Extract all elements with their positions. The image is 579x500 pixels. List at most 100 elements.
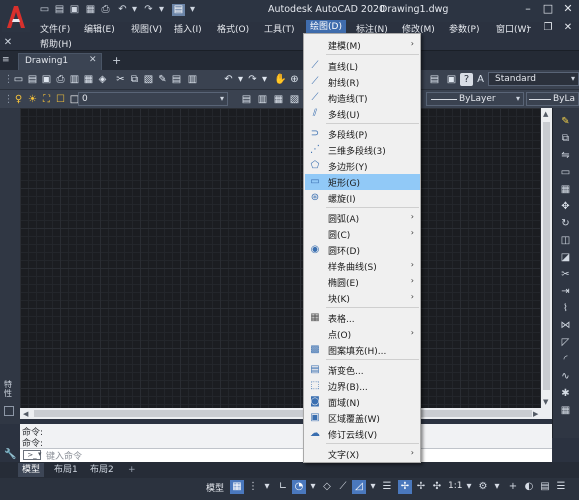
mirror-icon[interactable]: ⇋: [559, 149, 572, 162]
close-button[interactable]: ✕: [561, 2, 575, 16]
clipboard-icon[interactable]: ▥: [186, 73, 199, 86]
snap-dropdown-icon[interactable]: ▾: [260, 480, 274, 494]
ortho-icon[interactable]: ∟: [276, 480, 290, 494]
scale-dropdown-icon[interactable]: ▾: [462, 480, 476, 494]
trim-icon[interactable]: ✂: [559, 268, 572, 281]
menu-item-ellipse[interactable]: 椭圆(E) ›: [305, 274, 420, 290]
menu-item-mline[interactable]: ⫽ 多线(U): [305, 106, 420, 122]
scroll-right-icon[interactable]: ▶: [533, 410, 538, 418]
menu-item-line[interactable]: ⟋ 直线(L): [305, 58, 420, 74]
join-icon[interactable]: ⋈: [559, 319, 572, 332]
menu-item-polygon[interactable]: ⬠ 多边形(Y): [305, 158, 420, 174]
menu-tools[interactable]: 工具(T): [264, 22, 295, 35]
menu-draw[interactable]: 绘图(D): [306, 20, 346, 34]
start-tab-icon[interactable]: ≡: [2, 55, 10, 65]
command-input[interactable]: [20, 448, 552, 462]
customize-dropdown-icon[interactable]: ▾: [186, 4, 199, 16]
copy-icon[interactable]: ⧉: [128, 73, 141, 86]
osnap-track-icon[interactable]: ⟋: [336, 480, 350, 494]
stretch-icon[interactable]: ◪: [559, 251, 572, 264]
scroll-down-icon[interactable]: ▼: [543, 398, 548, 406]
menu-item-polyline[interactable]: ⊃ 多段线(P): [305, 126, 420, 142]
auto-scale-icon[interactable]: ✣: [430, 480, 444, 494]
preview-icon[interactable]: ▥: [68, 73, 81, 86]
break-icon[interactable]: ⌇: [559, 302, 572, 315]
menu-insert[interactable]: 插入(I): [174, 22, 202, 35]
restore-button[interactable]: □: [541, 2, 555, 16]
chamfer-icon[interactable]: ◸: [559, 336, 572, 349]
model-space-button[interactable]: 模型: [206, 481, 224, 494]
menu-file[interactable]: 文件(F): [40, 22, 70, 35]
paste-icon[interactable]: ▧: [142, 73, 155, 86]
grid-icon[interactable]: ▦: [230, 480, 244, 494]
save-icon[interactable]: ▣: [68, 4, 81, 16]
print-icon[interactable]: ⎙: [99, 4, 112, 16]
menu-item-arc[interactable]: 圆弧(A) ›: [305, 210, 420, 226]
menu-item-block[interactable]: 块(K) ›: [305, 290, 420, 306]
menu-item-spline[interactable]: 样条曲线(S) ›: [305, 258, 420, 274]
menu-item-ray[interactable]: ⟋ 射线(R): [305, 74, 420, 90]
palette-toggle-icon[interactable]: [4, 406, 14, 416]
polar-dropdown-icon[interactable]: ▾: [306, 480, 320, 494]
move-icon[interactable]: ✥: [559, 200, 572, 213]
open-folder-icon[interactable]: ▤: [53, 4, 66, 16]
linetype-combo[interactable]: ByLayer ▾: [426, 92, 524, 106]
match-properties-icon[interactable]: ✎: [156, 73, 169, 86]
tab-add-layout[interactable]: +: [124, 463, 140, 477]
menu-view[interactable]: 视图(V): [131, 22, 162, 35]
menu-help[interactable]: 帮助(H): [40, 37, 72, 50]
autocad-logo-icon[interactable]: [2, 2, 30, 32]
blend-icon[interactable]: ∿: [559, 370, 572, 383]
menu-item-revcloud[interactable]: ☁ 修订云线(V): [305, 426, 420, 442]
save-icon[interactable]: ▣: [40, 73, 53, 86]
lineweight-icon[interactable]: ☰: [380, 480, 394, 494]
scale-icon[interactable]: ◫: [559, 234, 572, 247]
menu-item-rectangle[interactable]: ▭ 矩形(G): [305, 174, 420, 190]
layer-lock-icon[interactable]: ⛶: [40, 93, 53, 106]
menu-item-hatch[interactable]: ▩ 图案填充(H)...: [305, 342, 420, 358]
menu-item-text[interactable]: 文字(X) ›: [305, 446, 420, 462]
menu-item-helix[interactable]: ⊛ 螺旋(I): [305, 190, 420, 206]
array-icon[interactable]: ▦: [559, 183, 572, 196]
help-icon[interactable]: ?: [460, 73, 473, 86]
wrench-icon[interactable]: 🔧: [4, 449, 16, 460]
properties-icon[interactable]: ▤: [428, 73, 441, 86]
clean-screen-icon[interactable]: ☰: [554, 480, 568, 494]
text-style-combo[interactable]: Standard ▾: [488, 72, 579, 86]
3d-dwf-icon[interactable]: ◈: [96, 73, 109, 86]
menu-item-region[interactable]: ◙ 面域(N): [305, 394, 420, 410]
isodraft-icon[interactable]: ◇: [320, 480, 334, 494]
new-file-icon[interactable]: ▭: [38, 4, 51, 16]
layer-plot-icon[interactable]: ☐: [54, 93, 67, 106]
save-as-icon[interactable]: ▦: [84, 4, 97, 16]
menu-item-modeling[interactable]: 建模(M) ›: [305, 37, 420, 53]
layer-previous-icon[interactable]: ▦: [272, 93, 285, 106]
new-icon[interactable]: ▭: [12, 73, 25, 86]
layer-state-icon[interactable]: ▧: [288, 93, 301, 106]
plus-icon[interactable]: +: [506, 480, 520, 494]
plot-icon[interactable]: ⎙: [54, 73, 67, 86]
workspace-icon[interactable]: ▤: [172, 4, 185, 16]
copy-object-icon[interactable]: ⧉: [559, 132, 572, 145]
sheet-set-icon[interactable]: ▣: [445, 73, 458, 86]
hardware-icon[interactable]: ▤: [538, 480, 552, 494]
menu-item-gradient[interactable]: ▤ 渐变色...: [305, 362, 420, 378]
layer-freeze-icon[interactable]: ☀: [26, 93, 39, 106]
redo-dropdown-icon[interactable]: ▾: [258, 73, 271, 86]
more-icon[interactable]: ▦: [559, 404, 572, 417]
rotate-icon[interactable]: ↻: [559, 217, 572, 230]
tab-layout1[interactable]: 布局1: [50, 463, 82, 477]
extend-icon[interactable]: ⇥: [559, 285, 572, 298]
horizontal-scroll-thumb[interactable]: [34, 410, 532, 417]
polar-icon[interactable]: ◔: [292, 480, 306, 494]
layer-combo[interactable]: ▾: [78, 92, 228, 106]
vertical-scroll-thumb[interactable]: [543, 122, 550, 390]
osnap-icon[interactable]: ◿: [352, 480, 366, 494]
annotation-scale-icon[interactable]: ✢: [398, 480, 412, 494]
doc-close-button[interactable]: ✕: [561, 21, 575, 35]
scroll-up-icon[interactable]: ▲: [543, 110, 548, 118]
offset-icon[interactable]: ▭: [559, 166, 572, 179]
menu-parametric[interactable]: 参数(P): [449, 22, 479, 35]
menu-item-wipeout[interactable]: ▣ 区域覆盖(W): [305, 410, 420, 426]
menu-format[interactable]: 格式(O): [217, 22, 249, 35]
